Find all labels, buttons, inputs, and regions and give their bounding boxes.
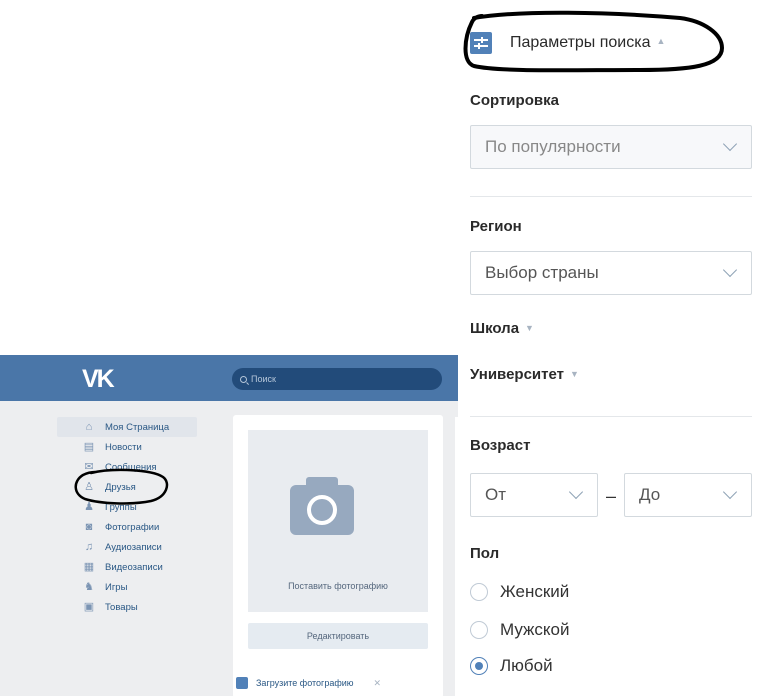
vk-logo[interactable]: VK (82, 365, 115, 394)
school-toggle[interactable]: Школа ▼ (470, 320, 534, 337)
country-select[interactable]: Выбор страны (470, 251, 752, 295)
games-icon: ♞ (84, 581, 94, 593)
search-params-toggle[interactable]: Параметры поиска ▲ (470, 30, 665, 56)
radio-button[interactable] (470, 621, 488, 639)
upload-icon (236, 677, 248, 689)
chevron-down-icon (722, 262, 738, 278)
set-photo-label[interactable]: Поставить фотографию (248, 581, 428, 591)
age-from-value: От (485, 485, 507, 504)
university-toggle[interactable]: Университет ▼ (470, 366, 579, 383)
content-edge (455, 417, 458, 696)
age-range-separator: – (606, 486, 617, 506)
close-icon[interactable]: ✕ (374, 678, 382, 689)
menu-item-my-page[interactable]: ⌂ Моя Страница (57, 417, 197, 437)
music-icon: ♫ (84, 541, 94, 553)
school-label: Школа (470, 320, 520, 337)
goods-icon: ▣ (83, 601, 95, 613)
university-label: Университет (470, 366, 564, 383)
search-icon (240, 375, 247, 383)
camera-icon (290, 477, 354, 535)
divider (470, 196, 752, 197)
region-label: Регион (470, 218, 522, 235)
menu-item-news[interactable]: ▤ Новости (57, 437, 197, 457)
country-select-value: Выбор страны (485, 263, 599, 282)
menu-item-label: Фотографии (105, 521, 160, 533)
upload-label: Загрузите фотографию (256, 678, 354, 688)
caret-down-icon: ▼ (569, 369, 579, 379)
age-to-value: До (639, 485, 661, 504)
gender-label: Пол (470, 545, 500, 562)
hand-drawn-annotation (74, 468, 169, 505)
video-icon: ▦ (83, 561, 95, 573)
radio-label: Любой (500, 656, 553, 675)
age-label: Возраст (470, 437, 531, 454)
divider (470, 416, 752, 417)
gender-option-male[interactable]: Мужской (470, 620, 570, 640)
upload-photo-prompt[interactable]: Загрузите фотографию ✕ (236, 677, 381, 689)
chevron-down-icon (568, 484, 584, 500)
menu-item-goods[interactable]: ▣ Товары (57, 597, 197, 617)
sort-label: Сортировка (470, 92, 559, 109)
menu-item-video[interactable]: ▦ Видеозаписи (57, 557, 197, 577)
radio-button-selected[interactable] (470, 657, 488, 675)
radio-label: Мужской (500, 620, 570, 639)
caret-up-icon: ▲ (656, 36, 666, 46)
sort-select[interactable]: По популярности (470, 125, 752, 169)
menu-item-label: Моя Страница (105, 421, 170, 433)
age-from-select[interactable]: От (470, 473, 598, 517)
menu-item-photos[interactable]: ◙ Фотографии (57, 517, 197, 537)
camera-icon: ◙ (85, 521, 93, 533)
filter-sliders-icon (470, 32, 492, 54)
edit-profile-button[interactable]: Редактировать (248, 623, 428, 649)
chevron-down-icon (722, 484, 738, 500)
news-icon: ▤ (83, 441, 95, 453)
menu-item-label: Товары (105, 601, 138, 613)
search-params-title: Параметры поиска (510, 34, 651, 51)
gender-option-female[interactable]: Женский (470, 582, 569, 602)
age-to-select[interactable]: До (624, 473, 752, 517)
menu-item-label: Игры (105, 581, 128, 593)
gender-option-any[interactable]: Любой (470, 656, 553, 676)
menu-item-label: Аудиозаписи (105, 541, 162, 553)
caret-down-icon: ▼ (525, 323, 534, 333)
menu-item-label: Видеозаписи (105, 561, 163, 573)
vk-screenshot: VK Поиск ⌂ Моя Страница ▤ Новости ✉ Сооб… (0, 355, 458, 696)
menu-item-label: Новости (105, 441, 142, 453)
radio-button[interactable] (470, 583, 488, 601)
menu-item-games[interactable]: ♞ Игры (57, 577, 197, 597)
sort-select-value: По популярности (485, 137, 621, 156)
menu-item-audio[interactable]: ♫ Аудиозаписи (57, 537, 197, 557)
radio-label: Женский (500, 582, 570, 601)
chevron-down-icon (722, 136, 738, 152)
vk-search-input[interactable]: Поиск (232, 368, 442, 390)
vk-search-placeholder: Поиск (251, 374, 276, 384)
home-icon: ⌂ (85, 421, 93, 433)
